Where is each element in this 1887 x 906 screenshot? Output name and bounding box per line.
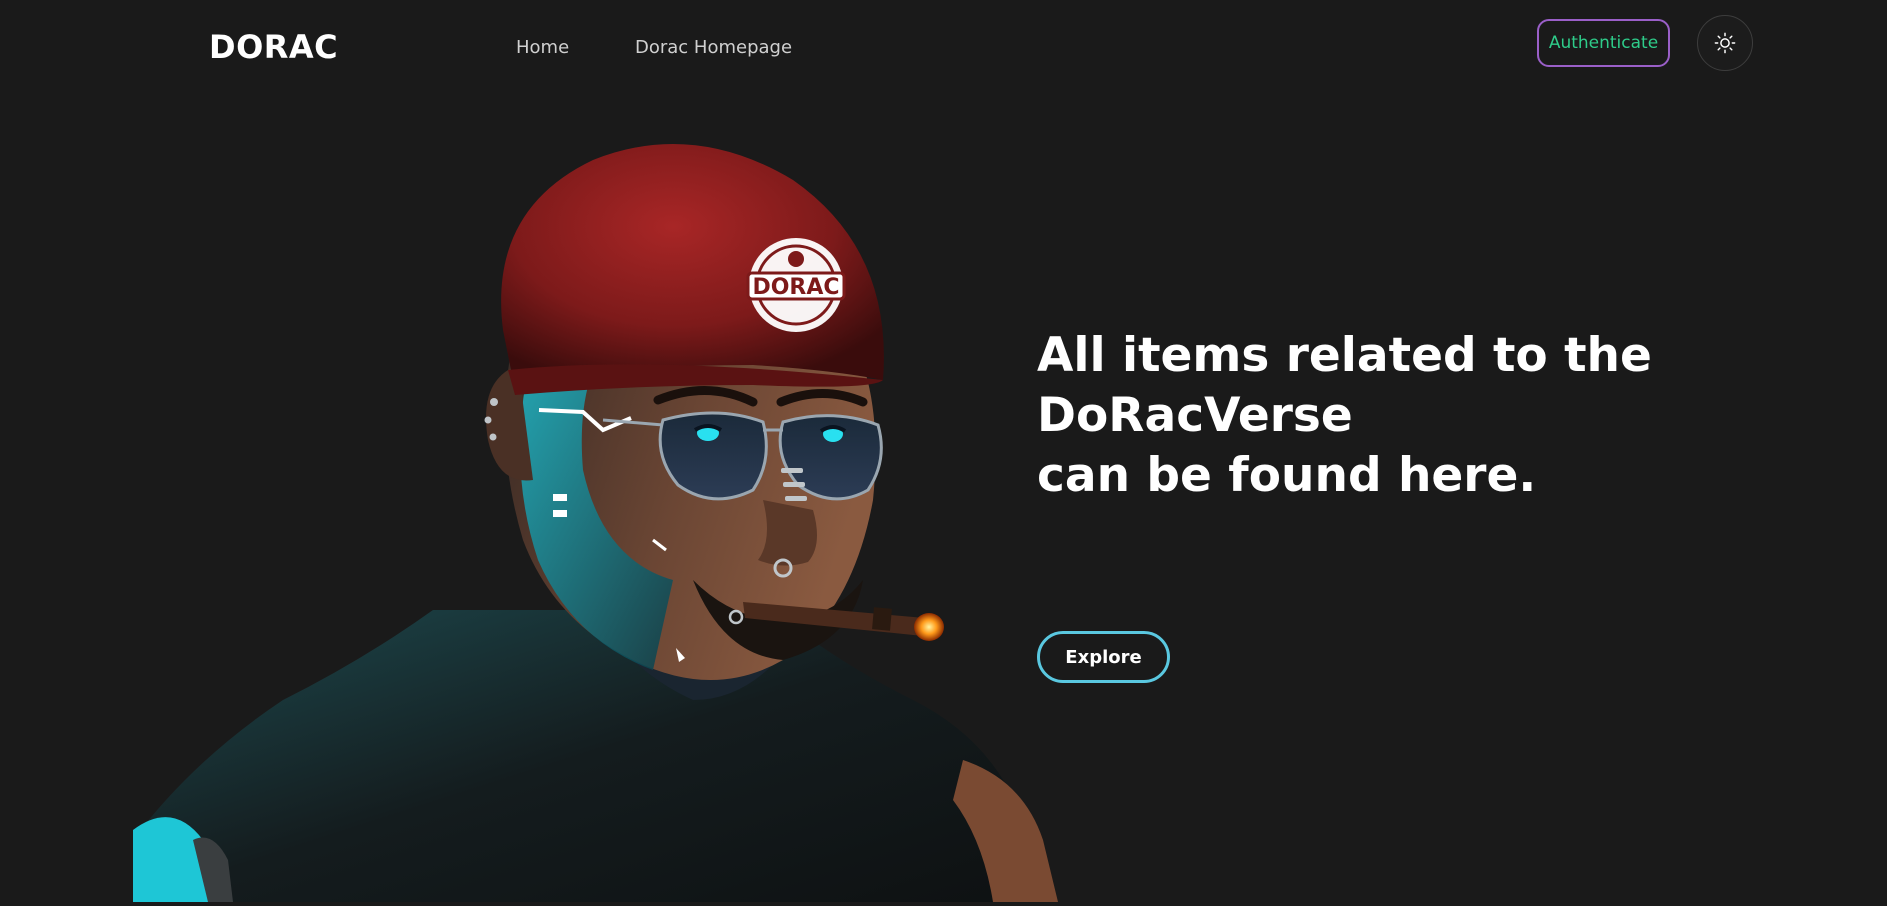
- svg-text:DORAC: DORAC: [752, 275, 839, 300]
- site-logo[interactable]: DORAC: [209, 28, 338, 66]
- explore-button[interactable]: Explore: [1037, 631, 1170, 683]
- nav-link-dorac-homepage[interactable]: Dorac Homepage: [635, 37, 792, 58]
- headline-line-1: All items related to the: [1037, 328, 1652, 383]
- hero-headline: All items related to the DoRacVerse can …: [1037, 326, 1797, 506]
- navbar: DORAC Home Dorac Homepage Authenticate: [0, 0, 1887, 90]
- sun-icon: [1714, 32, 1736, 54]
- headline-line-3: can be found here.: [1037, 448, 1537, 503]
- hero-character-image: DORAC: [133, 140, 1113, 902]
- authenticate-button[interactable]: Authenticate: [1537, 19, 1670, 67]
- headline-line-2: DoRacVerse: [1037, 388, 1353, 443]
- nav-link-home[interactable]: Home: [516, 37, 569, 58]
- theme-toggle-button[interactable]: [1697, 15, 1753, 71]
